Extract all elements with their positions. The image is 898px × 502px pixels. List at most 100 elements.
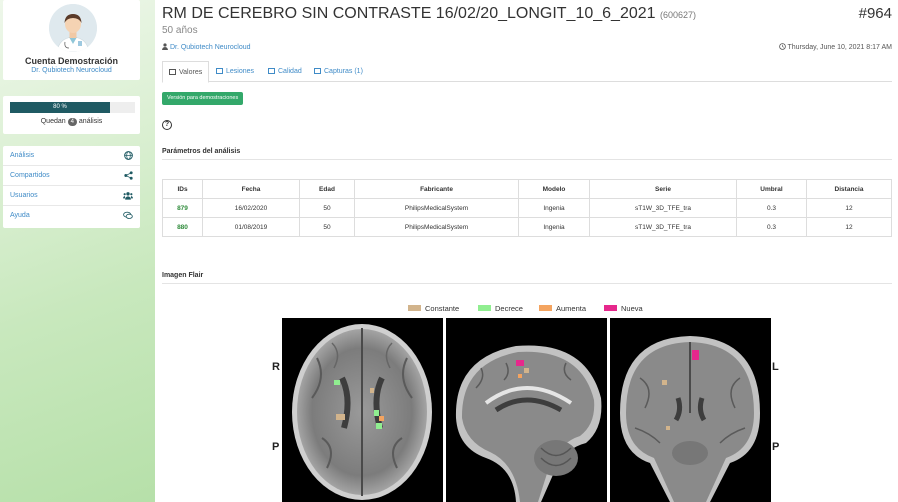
table-header-row: IDs Fecha Edad Fabricante Modelo Serie U…: [162, 179, 892, 199]
remaining-analyses: Quedan 4 análisis: [3, 118, 140, 126]
sidebar-nav: Análisis Compartidos Usuarios Ayuda: [3, 146, 140, 228]
cell: Ingenia: [518, 198, 590, 218]
cell: 12: [806, 198, 892, 218]
page-title: RM DE CEREBRO SIN CONTRASTE 16/02/20_LON…: [162, 5, 696, 23]
remaining-count-badge: 4: [67, 118, 77, 126]
legend-swatch: [478, 305, 491, 311]
sidebar-item-label: Usuarios: [10, 192, 38, 199]
tab-capturas[interactable]: Capturas (1): [308, 61, 369, 82]
col-edad: Edad: [299, 179, 355, 199]
sidebar-item-analisis[interactable]: Análisis: [3, 146, 140, 166]
divider: [162, 159, 892, 160]
clock-icon: [778, 43, 786, 50]
legend-label: Decrece: [495, 304, 523, 313]
legend-label: Nueva: [621, 304, 643, 313]
cell: 50: [299, 198, 355, 218]
col-fecha: Fecha: [202, 179, 300, 199]
legend-swatch: [539, 305, 552, 311]
col-ids: IDs: [162, 179, 203, 199]
main-content: RM DE CEREBRO SIN CONTRASTE 16/02/20_LON…: [162, 0, 892, 502]
demo-version-button[interactable]: Versión para demostraciones: [162, 92, 244, 105]
analysis-datetime: Thursday, June 10, 2021 8:17 AM: [778, 43, 892, 51]
flair-title: Imagen Flair: [162, 272, 204, 279]
col-modelo: Modelo: [518, 179, 590, 199]
users-icon: [123, 191, 133, 201]
cell: 0.3: [736, 217, 807, 237]
cell: 0.3: [736, 198, 807, 218]
legend-item: Aumenta: [539, 304, 586, 313]
orientation-label-p: P: [772, 441, 780, 453]
study-title: RM DE CEREBRO SIN CONTRASTE 16/02/20_LON…: [162, 5, 656, 22]
orientation-label-p: P: [272, 441, 280, 453]
legend-swatch: [604, 305, 617, 311]
legend-item: Nueva: [604, 304, 643, 313]
row-id-link[interactable]: 879: [162, 198, 203, 218]
sidebar-item-label: Análisis: [10, 152, 35, 159]
sidebar: Cuenta Demostración Dr. Qubiotech Neuroc…: [0, 0, 155, 502]
sidebar-item-label: Ayuda: [10, 212, 30, 219]
sidebar-item-compartidos[interactable]: Compartidos: [3, 166, 140, 186]
tab-valores[interactable]: Valores: [162, 61, 210, 83]
image-icon: [268, 68, 275, 74]
patient-age: 50 años: [162, 25, 198, 36]
doctor-name: Dr. Qubiotech Neurocloud: [169, 44, 251, 51]
image-icon: [216, 68, 223, 74]
row-id-link[interactable]: 880: [162, 217, 203, 237]
cell: Ingenia: [518, 217, 590, 237]
chat-icon: [123, 211, 133, 221]
divider: [162, 283, 892, 284]
cell: sT1W_3D_TFE_tra: [589, 198, 737, 218]
tab-label: Capturas (1): [324, 68, 363, 75]
col-fabricante: Fabricante: [354, 179, 519, 199]
orientation-label-l: L: [772, 361, 779, 373]
tab-calidad[interactable]: Calidad: [262, 61, 308, 82]
legend-item: Constante: [408, 304, 459, 313]
legend-item: Decrece: [478, 304, 523, 313]
cell: sT1W_3D_TFE_tra: [589, 217, 737, 237]
share-icon: [123, 171, 133, 181]
sidebar-item-label: Compartidos: [10, 172, 50, 179]
coronal-mri-image: [610, 318, 771, 502]
cell: PhilipsMedicalSystem: [354, 217, 519, 237]
table-row: 879 16/02/2020 50 PhilipsMedicalSystem I…: [162, 198, 892, 218]
study-code: (600627): [659, 10, 697, 20]
doctor-link[interactable]: Dr. Qubiotech Neurocloud: [162, 43, 251, 51]
tab-label: Valores: [179, 69, 203, 76]
cell: 12: [806, 217, 892, 237]
analysis-progress-bar: 80 %: [10, 102, 135, 113]
col-umbral: Umbral: [736, 179, 807, 199]
col-distancia: Distancia: [806, 179, 892, 199]
sidebar-item-ayuda[interactable]: Ayuda: [3, 206, 140, 226]
progress-card: 80 % Quedan 4 análisis: [3, 96, 140, 134]
sagittal-mri-image: [446, 318, 607, 502]
cell: 01/08/2019: [202, 217, 300, 237]
tab-label: Calidad: [278, 68, 302, 75]
doctor-avatar-icon: [49, 4, 97, 52]
params-title: Parámetros del análisis: [162, 148, 241, 155]
user-icon: [162, 43, 168, 50]
profile-name: Cuenta Demostración: [24, 56, 119, 66]
question-circle-icon[interactable]: ?: [162, 120, 172, 130]
cell: PhilipsMedicalSystem: [354, 198, 519, 218]
tab-label: Lesiones: [226, 68, 255, 75]
orientation-label-r: R: [272, 361, 280, 373]
remaining-prefix: Quedan: [40, 118, 66, 125]
progress-fill: 80 %: [10, 102, 110, 113]
case-number: #964: [858, 5, 892, 22]
datetime-text: Thursday, June 10, 2021 8:17 AM: [787, 44, 892, 51]
tab-bar: Valores Lesiones Calidad Capturas (1): [162, 61, 892, 83]
globe-icon: [123, 151, 133, 161]
legend-label: Constante: [425, 304, 460, 313]
legend-label: Aumenta: [556, 304, 587, 313]
cell: 16/02/2020: [202, 198, 300, 218]
list-icon: [169, 69, 176, 75]
profile-card: Cuenta Demostración Dr. Qubiotech Neuroc…: [3, 0, 140, 80]
remaining-suffix: análisis: [78, 118, 103, 125]
axial-mri-image: [282, 318, 443, 502]
params-table: IDs Fecha Edad Fabricante Modelo Serie U…: [162, 179, 892, 237]
profile-subtitle[interactable]: Dr. Qubiotech Neurocloud: [3, 67, 140, 74]
sidebar-item-usuarios[interactable]: Usuarios: [3, 186, 140, 206]
cell: 50: [299, 217, 355, 237]
tab-lesiones[interactable]: Lesiones: [210, 61, 260, 82]
legend-swatch: [408, 305, 421, 311]
